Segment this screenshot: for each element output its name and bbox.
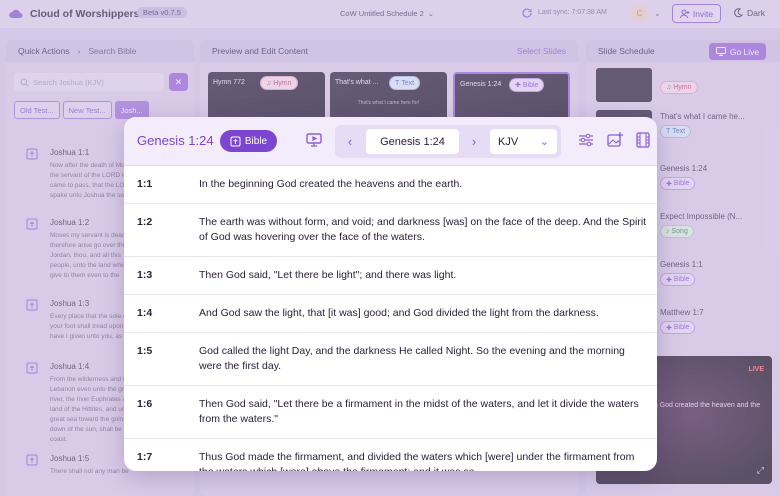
verse-row[interactable]: 1:4 And God saw the light, that [it was] … bbox=[124, 295, 657, 333]
bible-icon bbox=[230, 136, 241, 146]
bible-badge: Bible bbox=[220, 130, 277, 152]
verse-text: The earth was without form, and void; an… bbox=[199, 216, 647, 243]
verse-text: Then God said, "Let there be light"; and… bbox=[199, 269, 457, 281]
reference-field[interactable]: Genesis 1:24 bbox=[366, 129, 459, 154]
film-icon[interactable] bbox=[634, 131, 652, 149]
verse-number: 1:3 bbox=[137, 269, 153, 281]
previous-verse-button[interactable]: ‹ bbox=[343, 133, 357, 149]
bible-preview-modal: Genesis 1:24 Bible ‹ Genesis 1:24 › KJV … bbox=[124, 117, 657, 471]
bible-badge-label: Bible bbox=[244, 135, 268, 147]
verse-row[interactable]: 1:2 The earth was without form, and void;… bbox=[124, 204, 657, 257]
verse-number: 1:1 bbox=[137, 178, 153, 190]
verse-number: 1:4 bbox=[137, 307, 153, 319]
present-icon[interactable] bbox=[305, 131, 323, 149]
verse-text: And God saw the light, that [it was] goo… bbox=[199, 307, 599, 319]
verse-number: 1:6 bbox=[137, 398, 153, 410]
verse-row[interactable]: 1:6 Then God said, "Let there be a firmam… bbox=[124, 386, 657, 439]
chevron-right-icon: › bbox=[471, 133, 477, 149]
add-image-icon[interactable] bbox=[606, 131, 624, 149]
version-select[interactable]: KJV ⌄ bbox=[490, 129, 557, 154]
verse-navigator: ‹ Genesis 1:24 › KJV ⌄ bbox=[335, 125, 561, 158]
verse-text: In the beginning God created the heavens… bbox=[199, 178, 463, 190]
sliders-icon[interactable] bbox=[577, 131, 595, 149]
verse-text: God called the light Day, and the darkne… bbox=[199, 345, 625, 372]
modal-header: Genesis 1:24 Bible ‹ Genesis 1:24 › KJV … bbox=[124, 117, 657, 166]
verse-row[interactable]: 1:1 In the beginning God created the heav… bbox=[124, 166, 657, 204]
version-value: KJV bbox=[498, 135, 519, 148]
verse-text: Thus God made the firmament, and divided… bbox=[199, 451, 635, 471]
verse-number: 1:2 bbox=[137, 216, 153, 228]
verse-row[interactable]: 1:5 God called the light Day, and the dar… bbox=[124, 333, 657, 386]
chevron-down-icon: ⌄ bbox=[539, 136, 549, 148]
verse-row[interactable]: 1:3 Then God said, "Let there be light"; … bbox=[124, 257, 657, 295]
verse-list: 1:1 In the beginning God created the heav… bbox=[124, 166, 657, 471]
chevron-left-icon: ‹ bbox=[347, 133, 353, 149]
verse-row[interactable]: 1:7 Thus God made the firmament, and divi… bbox=[124, 439, 657, 471]
verse-number: 1:5 bbox=[137, 345, 153, 357]
modal-title: Genesis 1:24 bbox=[137, 133, 214, 148]
verse-text: Then God said, "Let there be a firmament… bbox=[199, 398, 639, 425]
next-verse-button[interactable]: › bbox=[467, 133, 481, 149]
verse-number: 1:7 bbox=[137, 451, 153, 463]
